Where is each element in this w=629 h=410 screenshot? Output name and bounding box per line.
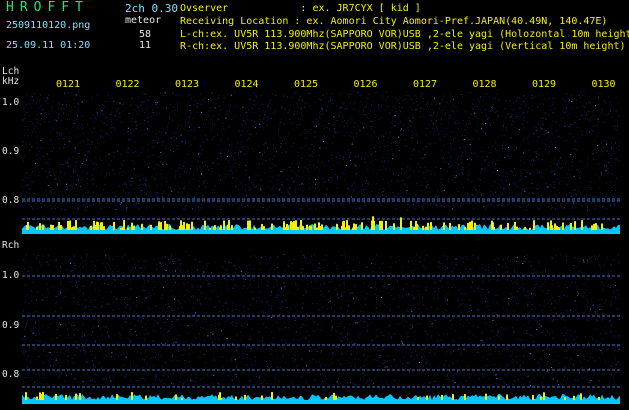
timestamp: 25.09.11 01:20 [6, 40, 91, 51]
time-tick: 0124 [234, 79, 259, 90]
time-axis: 0121 0122 0123 0124 0125 0126 0127 0128 0129 0130 [0, 80, 629, 92]
rch-label: Rch [2, 240, 20, 251]
time-tick: 0122 [115, 79, 140, 90]
time-tick: 0128 [472, 79, 497, 90]
rch-spectrogram [22, 254, 620, 404]
lch-ytick-1: 1.0 [2, 97, 20, 108]
time-tick: 0126 [353, 79, 378, 90]
location-line: Receiving Location : ex. Aomori City Aom… [180, 16, 608, 27]
rch-spectrogram-canvas [22, 254, 620, 404]
meteor-count-label: meteor [125, 15, 162, 26]
rch-ytick-2: 0.9 [2, 320, 20, 331]
time-tick: 0130 [591, 79, 616, 90]
time-tick: 0121 [56, 79, 81, 90]
lch-spectrogram-canvas [22, 92, 620, 234]
lch-ytick-3: 0.8 [2, 195, 20, 206]
observer-line: Ovserver : ex. JR7CYX [ kid ] [180, 3, 421, 14]
version-label: 2ch 0.30 [125, 2, 178, 15]
rch-info-line: R-ch:ex. UV5R 113.900Mhz(SAPPORO VOR)USB… [180, 41, 626, 52]
app-title: HROFFT [6, 0, 89, 15]
lch-info-line: L-ch:ex. UV5R 113.900Mhz(SAPPORO VOR)USB… [180, 29, 629, 40]
time-tick: 0127 [413, 79, 438, 90]
rch-ytick-3: 0.8 [2, 369, 20, 380]
file-name: 2509110120.png [6, 20, 91, 31]
rch-meteor-count: 11 [139, 40, 152, 51]
lch-spectrogram [22, 92, 620, 234]
lch-ytick-2: 0.9 [2, 146, 20, 157]
rch-ytick-1: 1.0 [2, 270, 20, 281]
time-tick: 0129 [532, 79, 557, 90]
time-tick: 0125 [294, 79, 319, 90]
lch-meteor-count: 58 [139, 29, 152, 40]
time-tick: 0123 [175, 79, 200, 90]
